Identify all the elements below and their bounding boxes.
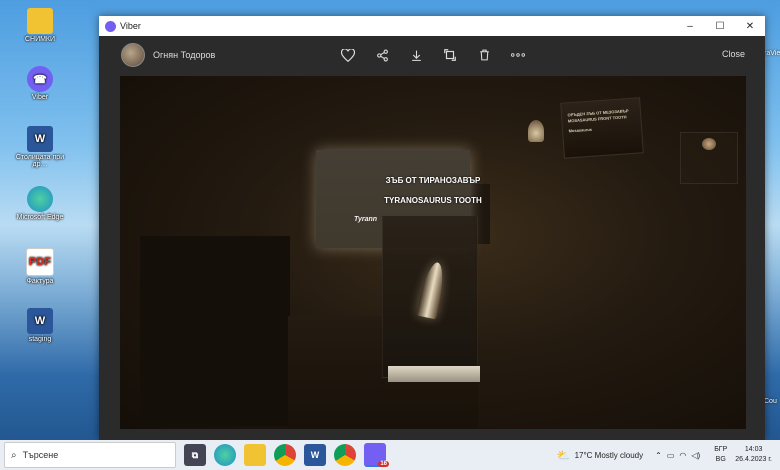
- word-icon: W: [27, 308, 53, 334]
- search-placeholder: Търсене: [22, 450, 59, 460]
- photo-case-base: [388, 366, 480, 382]
- edge-icon[interactable]: [214, 444, 236, 466]
- desktop-icon-label: СНИМКИ: [24, 36, 56, 43]
- desktop-icon-edge[interactable]: Microsoft Edge: [14, 186, 66, 221]
- desktop-edge-label: Cou: [764, 398, 777, 405]
- clock-date: 26.4.2023 г.: [735, 456, 772, 463]
- share-icon[interactable]: [373, 46, 391, 64]
- window-titlebar[interactable]: Viber – ☐ ✕: [99, 16, 765, 36]
- language-sub: BG: [715, 456, 726, 463]
- viber-taskbar-button[interactable]: 16: [364, 443, 389, 467]
- sender-name: Огнян Тодоров: [153, 50, 216, 60]
- photo-fossil: [528, 120, 544, 142]
- taskbar-search[interactable]: ⌕ Търсене: [4, 442, 176, 468]
- forward-icon[interactable]: [441, 46, 459, 64]
- window-title: Viber: [120, 21, 141, 31]
- folder-icon: [27, 8, 53, 34]
- maximize-button[interactable]: ☐: [705, 16, 735, 36]
- sign-line: ЗЪБ ОТ ТИРАНОЗАВЪР: [385, 176, 481, 185]
- viber-logo-icon: [105, 20, 116, 32]
- desktop-icon-snimki[interactable]: СНИМКИ: [14, 8, 66, 43]
- desktop-icon-label: staging: [28, 336, 52, 343]
- chrome-icon[interactable]: [334, 444, 356, 466]
- viber-icon: ☎: [27, 66, 53, 92]
- desktop-edge-label: raVie: [764, 50, 780, 57]
- search-icon: ⌕: [11, 449, 17, 461]
- chrome-icon[interactable]: [274, 444, 296, 466]
- download-icon[interactable]: [407, 46, 425, 64]
- edge-icon: [27, 186, 53, 212]
- file-explorer-icon[interactable]: [244, 444, 266, 466]
- language-code: БГР: [714, 446, 728, 453]
- viewer-tools: [339, 46, 527, 64]
- weather-text[interactable]: 17°C Mostly cloudy: [575, 451, 644, 460]
- more-icon[interactable]: [509, 46, 527, 64]
- desktop-icon-label: Столицата при др…: [15, 154, 65, 168]
- desktop-icon-label: Microsoft Edge: [16, 214, 64, 221]
- heart-icon[interactable]: [339, 46, 357, 64]
- sign-line: Tyrann: [354, 216, 378, 223]
- task-view-icon[interactable]: ⧉: [184, 444, 206, 466]
- desktop-icon-faktura[interactable]: PDF Фактура: [14, 248, 66, 285]
- close-viewer-button[interactable]: Close: [722, 49, 745, 59]
- photo-fossil: [702, 138, 716, 150]
- photo-pedestal: [140, 236, 290, 426]
- taskbar: ⌕ Търсене ⧉ W 16 ⛅ 17°C Mostly cloudy ⌃ …: [0, 440, 780, 470]
- network-icon[interactable]: ▭: [667, 451, 675, 460]
- tray-chevron-icon[interactable]: ⌃: [655, 451, 662, 460]
- desktop-icon-label: Viber: [31, 94, 49, 101]
- word-icon[interactable]: W: [304, 444, 326, 466]
- desktop-icon-document[interactable]: W Столицата при др…: [14, 126, 66, 168]
- museum-photo: ОРЪДЕН ЗЪБ ОТ МЕЗОЗАВЪР MOSASAURUS FRONT…: [120, 76, 746, 429]
- close-window-button[interactable]: ✕: [735, 16, 765, 36]
- avatar[interactable]: [121, 43, 145, 67]
- wifi-icon[interactable]: ◠: [679, 451, 686, 460]
- system-tray: ⛅ 17°C Mostly cloudy ⌃ ▭ ◠ ◁) БГР BG 14:…: [557, 440, 772, 470]
- desktop-icon-label: Фактура: [26, 278, 54, 285]
- pdf-icon: PDF: [26, 248, 54, 276]
- delete-icon[interactable]: [475, 46, 493, 64]
- volume-icon[interactable]: ◁): [691, 451, 700, 460]
- notification-badge: 16: [378, 461, 389, 467]
- desktop-icon-staging[interactable]: W staging: [14, 308, 66, 343]
- weather-icon: ⛅: [556, 449, 571, 462]
- sign-line: TYRANOSAURUS TOOTH: [384, 196, 482, 205]
- language-indicator[interactable]: БГР BG: [714, 445, 727, 465]
- clock[interactable]: 14:03 26.4.2023 г.: [735, 445, 772, 465]
- media-viewer-toolbar: Огнян Тодоров Close: [99, 36, 765, 74]
- desktop-icon-viber[interactable]: ☎ Viber: [14, 66, 66, 101]
- minimize-button[interactable]: –: [675, 16, 705, 36]
- viber-window: Viber – ☐ ✕ Огнян Тодоров Close ОРЪДЕН З…: [99, 16, 765, 440]
- clock-time: 14:03: [744, 446, 763, 453]
- word-icon: W: [27, 126, 53, 152]
